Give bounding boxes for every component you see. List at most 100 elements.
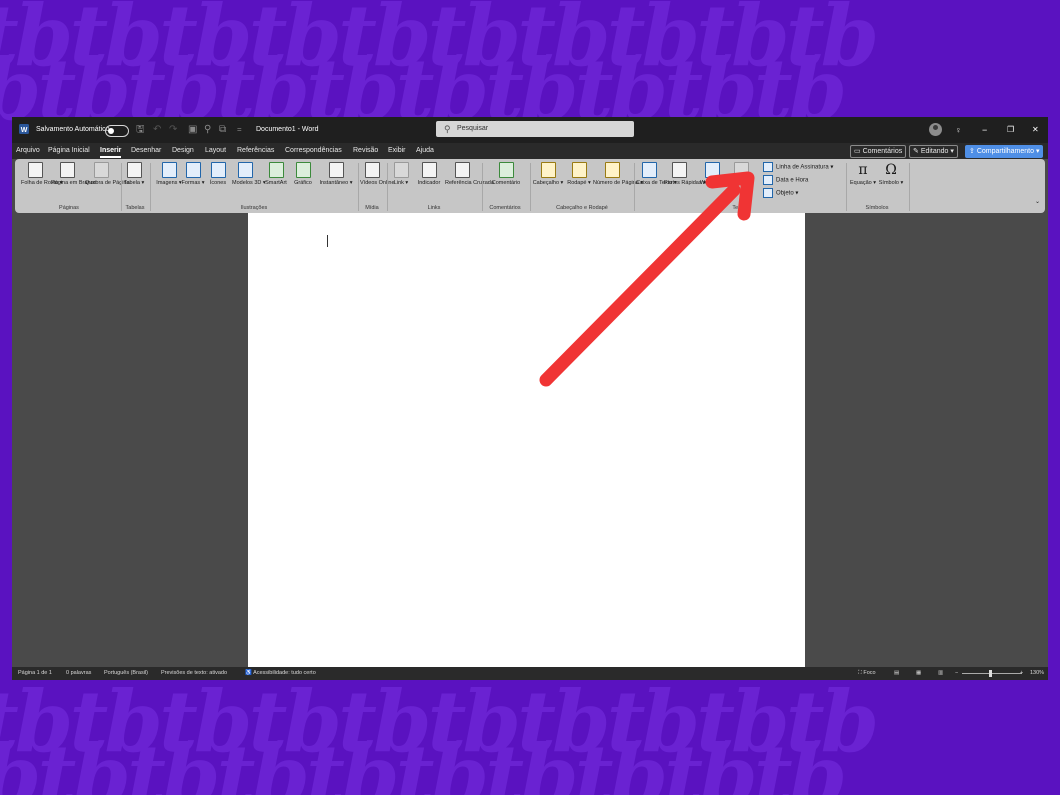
close-button[interactable]: ✕: [1032, 117, 1039, 143]
link-icon: [393, 162, 409, 178]
ribbon-collapse-chevron-icon[interactable]: ⌄: [1035, 197, 1040, 208]
signature-line-icon: [763, 162, 773, 172]
cross-reference-button[interactable]: Referência Cruzada: [445, 162, 494, 187]
object-button[interactable]: Objeto ▾: [763, 188, 798, 199]
comment-button[interactable]: Comentário: [486, 162, 526, 187]
text-box-button[interactable]: Caixa de Texto ▾: [636, 162, 677, 187]
text-predictions-status[interactable]: Previsões de texto: ativado: [161, 667, 227, 680]
cross-reference-icon: [454, 162, 470, 178]
cover-page-button[interactable]: Folha de Rosto ▾: [21, 162, 63, 187]
3d-models-button[interactable]: Modelos 3D ▾: [232, 162, 266, 187]
comments-button[interactable]: ▭ Comentários: [850, 145, 907, 158]
object-icon: [763, 188, 773, 198]
zoom-slider-thumb[interactable]: [989, 670, 992, 677]
copy-icon[interactable]: ⧉: [219, 117, 226, 143]
customize-quick-access-icon[interactable]: =: [237, 117, 242, 143]
screenshot-icon: [328, 162, 344, 178]
tab-correspondencias[interactable]: Correspondências: [285, 143, 342, 159]
read-mode-icon[interactable]: ▤: [894, 667, 899, 680]
language-status[interactable]: Português (Brasil): [104, 667, 148, 680]
picture-icon: [161, 162, 177, 178]
share-button[interactable]: ⇪ Compartilhamento ▾: [965, 145, 1044, 158]
accessibility-icon: ♿: [245, 670, 254, 676]
search-icon: ⚲: [444, 124, 451, 134]
find-icon[interactable]: ⚲: [204, 117, 211, 143]
editing-button[interactable]: ✎ Editando ▾: [909, 145, 958, 158]
screenshot-button[interactable]: Instantâneo ▾: [317, 162, 355, 187]
chart-button[interactable]: Gráfico: [291, 162, 315, 187]
group-label-simbolos: Símbolos: [865, 205, 889, 211]
page-count[interactable]: Página 1 de 1: [18, 667, 52, 680]
signature-line-button[interactable]: Linha de Assinatura ▾: [763, 162, 833, 173]
restore-button[interactable]: ❐: [1007, 117, 1014, 143]
minimize-button[interactable]: −: [982, 117, 987, 143]
focus-button[interactable]: ⛶ Foco: [858, 667, 876, 680]
smartart-button[interactable]: SmartArt: [262, 162, 290, 187]
new-comment-icon: [498, 162, 514, 178]
quick-parts-button[interactable]: Partes Rápidas ▾: [664, 162, 706, 187]
zoom-out-icon[interactable]: −: [955, 667, 958, 680]
table-icon: [126, 162, 142, 178]
blank-page-icon: [59, 162, 75, 178]
images-button[interactable]: Imagens ▾: [155, 162, 183, 187]
tab-design[interactable]: Design: [172, 143, 194, 159]
draw-table-icon[interactable]: ▣: [188, 117, 197, 143]
symbol-button[interactable]: Ω Símbolo ▾: [877, 162, 905, 187]
group-label-ilustracoes: Ilustrações: [240, 205, 268, 211]
date-time-button[interactable]: Data e Hora: [763, 175, 808, 186]
search-placeholder: Pesquisar: [457, 125, 489, 132]
tab-referencias[interactable]: Referências: [237, 143, 274, 159]
online-videos-button[interactable]: Vídeos Online: [360, 162, 395, 187]
page-break-button[interactable]: Quebra de Página: [85, 162, 130, 187]
header-button[interactable]: Cabeçalho ▾: [532, 162, 564, 187]
calendar-icon: [763, 175, 773, 185]
autosave-toggle[interactable]: [105, 125, 129, 137]
zoom-in-icon[interactable]: +: [1020, 667, 1023, 680]
tab-layout[interactable]: Layout: [205, 143, 226, 159]
save-icon[interactable]: 🖫: [136, 117, 145, 143]
icons-icon: [210, 162, 226, 178]
drop-cap-button[interactable]: [730, 162, 752, 178]
group-label-tabelas: Tabelas: [125, 205, 145, 211]
document-page[interactable]: [248, 213, 805, 667]
document-title: Documento1 - Word: [256, 126, 319, 133]
equation-button[interactable]: π Equação ▾: [849, 162, 877, 187]
zoom-slider[interactable]: [962, 673, 1022, 674]
tab-inserir[interactable]: Inserir: [100, 143, 122, 159]
search-box[interactable]: ⚲ Pesquisar: [436, 121, 634, 137]
tab-exibir[interactable]: Exibir: [388, 143, 406, 159]
icons-button[interactable]: Ícones: [207, 162, 229, 187]
table-button[interactable]: Tabela ▾: [123, 162, 145, 187]
undo-icon[interactable]: ↶: [153, 117, 161, 143]
tab-pagina-inicial[interactable]: Página Inicial: [48, 143, 90, 159]
quick-parts-icon: [671, 162, 687, 178]
web-layout-icon[interactable]: ▥: [938, 667, 943, 680]
blank-page-button[interactable]: Página em Branco: [51, 162, 96, 187]
shapes-button[interactable]: Formas ▾: [181, 162, 205, 187]
tab-revisao[interactable]: Revisão: [353, 143, 378, 159]
lightbulb-icon[interactable]: ♀: [955, 117, 962, 143]
footer-button[interactable]: Rodapé ▾: [566, 162, 592, 187]
avatar[interactable]: [929, 123, 942, 136]
bar-chart-icon: [295, 162, 311, 178]
print-layout-icon[interactable]: ▦: [916, 667, 921, 680]
text-box-icon: [641, 162, 657, 178]
pi-icon: π: [858, 162, 868, 178]
tab-arquivo[interactable]: Arquivo: [16, 143, 40, 159]
drop-cap-icon: [733, 162, 749, 178]
tab-desenhar[interactable]: Desenhar: [131, 143, 161, 159]
document-area: [12, 213, 1048, 667]
accessibility-status[interactable]: ♿ Acessibilidade: tudo certo: [245, 667, 316, 680]
redo-icon[interactable]: ↷: [169, 117, 177, 143]
wordart-button[interactable]: WordArt ▾: [696, 162, 728, 187]
footer-icon: [571, 162, 587, 178]
cube-icon: [237, 162, 253, 178]
tab-ajuda[interactable]: Ajuda: [416, 143, 434, 159]
word-count[interactable]: 0 palavras: [66, 667, 91, 680]
link-button[interactable]: Link ▾: [390, 162, 412, 187]
zoom-level[interactable]: 130%: [1030, 667, 1044, 680]
svg-text:W: W: [21, 127, 28, 134]
bookmark-button[interactable]: Indicador: [414, 162, 444, 187]
page-number-button[interactable]: Número de Página ▾: [593, 162, 643, 187]
group-label-cabecalho-rodape: Cabeçalho e Rodapé: [556, 205, 608, 211]
